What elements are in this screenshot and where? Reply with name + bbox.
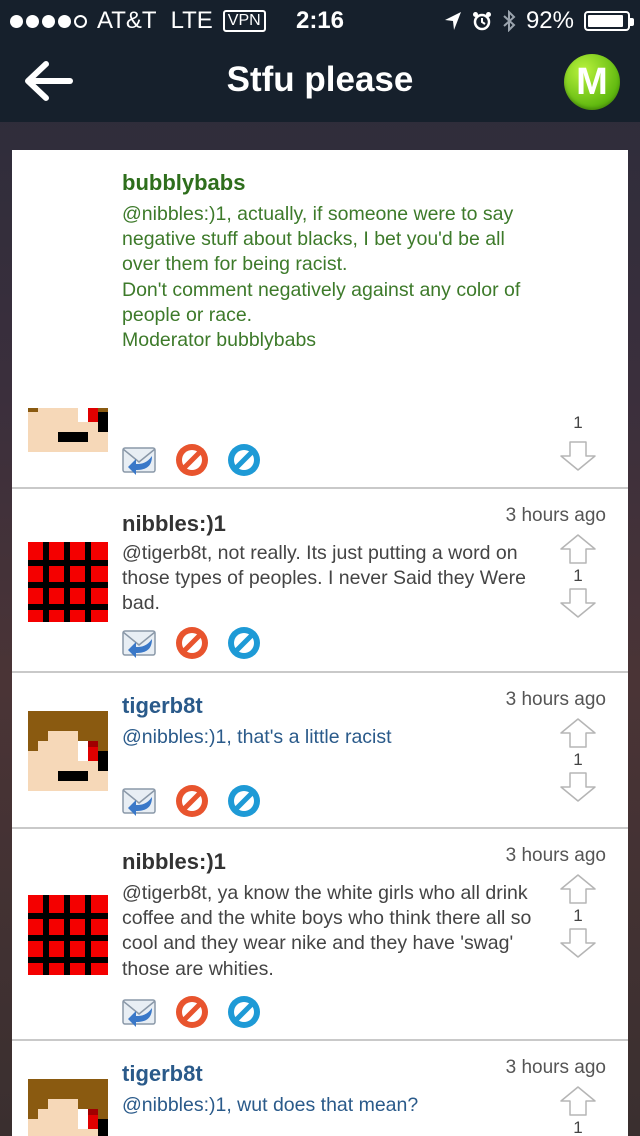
vote-score: 1 — [573, 1118, 583, 1136]
comment-item: tigerb8t 3 hours ago @nibbles:)1, that's… — [12, 673, 628, 829]
avatar[interactable] — [28, 1079, 108, 1136]
vpn-badge: VPN — [222, 10, 266, 32]
report-flag-icon[interactable] — [174, 994, 210, 1030]
comment-item: tigerb8t 3 hours ago @nibbles:)1, wut do… — [12, 1041, 628, 1136]
comment-author[interactable]: nibbles:)1 — [122, 849, 226, 875]
vote-control: 1 — [558, 412, 598, 472]
red-eye-avatar-icon — [28, 408, 108, 452]
report-flag-icon[interactable] — [174, 783, 210, 819]
comment-timestamp: 3 hours ago — [505, 505, 606, 526]
report-flag-icon[interactable] — [174, 442, 210, 478]
red-eye-avatar-icon — [28, 1079, 108, 1136]
carrier-label: AT&T — [97, 7, 157, 34]
comment-text: @nibbles:)1, wut does that mean? — [122, 1094, 419, 1116]
comment-item: nibbles:)1 3 hours ago @tigerb8t, not re… — [12, 489, 628, 673]
alarm-icon — [472, 12, 491, 31]
comment-timestamp: 3 hours ago — [505, 845, 606, 866]
vote-control: 1 — [558, 533, 598, 619]
bluetooth-icon — [503, 10, 516, 32]
comment-actions — [122, 442, 262, 478]
comment-author[interactable]: tigerb8t — [122, 1061, 203, 1087]
comment-footer: 1 — [12, 408, 628, 489]
vote-control: 1 — [558, 1085, 598, 1136]
battery-percent: 92% — [525, 7, 574, 34]
vote-score: 1 — [573, 566, 583, 585]
comment-text: @tigerb8t, ya know the white girls who a… — [122, 882, 532, 980]
reply-envelope-icon[interactable] — [122, 783, 158, 819]
avatar[interactable] — [28, 408, 108, 452]
vote-score: 1 — [573, 750, 583, 769]
network-label: LTE — [170, 7, 213, 34]
comment-text: @nibbles:)1, that's a little racist — [122, 726, 392, 748]
block-user-icon[interactable] — [226, 994, 262, 1030]
block-user-icon[interactable] — [226, 625, 262, 661]
report-flag-icon[interactable] — [174, 625, 210, 661]
avatar[interactable] — [28, 895, 108, 975]
status-left: AT&T LTE VPN — [10, 7, 266, 35]
reply-envelope-icon[interactable] — [122, 625, 158, 661]
red-eye-avatar-icon — [28, 711, 108, 791]
upvote-arrow-icon[interactable] — [559, 533, 597, 565]
comment-author[interactable]: nibbles:)1 — [122, 511, 226, 537]
comment-author[interactable]: bubblybabs — [122, 170, 245, 196]
location-icon — [444, 12, 461, 30]
comment-actions — [122, 625, 262, 661]
status-bar: AT&T LTE VPN 2:16 92% — [0, 0, 640, 40]
upvote-arrow-icon[interactable] — [559, 717, 597, 749]
comment-text: @tigerb8t, not really. Its just putting … — [122, 542, 526, 615]
vote-control: 1 — [558, 717, 598, 803]
block-user-icon[interactable] — [226, 783, 262, 819]
block-user-icon[interactable] — [226, 442, 262, 478]
upvote-arrow-icon[interactable] — [559, 873, 597, 905]
avatar[interactable] — [28, 711, 108, 791]
navigation-bar: Stfu please M — [0, 40, 640, 122]
reply-envelope-icon[interactable] — [122, 442, 158, 478]
battery-icon — [584, 11, 634, 31]
upvote-arrow-icon[interactable] — [559, 1085, 597, 1117]
red-grid-avatar-icon — [28, 895, 108, 975]
downvote-arrow-icon[interactable] — [559, 587, 597, 619]
comment-actions — [122, 994, 262, 1030]
downvote-arrow-icon[interactable] — [559, 771, 597, 803]
status-right: 92% — [444, 7, 634, 35]
signal-strength-icon — [10, 14, 87, 28]
app-logo-button[interactable]: M — [564, 54, 620, 110]
comment-author[interactable]: tigerb8t — [122, 693, 203, 719]
avatar[interactable] — [28, 542, 108, 622]
page-title: Stfu please — [226, 60, 414, 99]
comment-item: nibbles:)1 3 hours ago @tigerb8t, ya kno… — [12, 829, 628, 1041]
vote-control: 1 — [558, 873, 598, 959]
red-grid-avatar-icon — [28, 542, 108, 622]
comment-list[interactable]: bubblybabs @nibbles:)1, actually, if som… — [12, 150, 628, 1136]
comment-timestamp: 3 hours ago — [505, 1057, 606, 1078]
vote-score: 1 — [573, 906, 583, 925]
comment-timestamp: 3 hours ago — [505, 689, 606, 710]
downvote-arrow-icon[interactable] — [559, 440, 597, 472]
vote-score: 1 — [573, 413, 583, 432]
reply-envelope-icon[interactable] — [122, 994, 158, 1030]
comment-actions — [122, 783, 262, 819]
comment-text: @nibbles:)1, actually, if someone were t… — [122, 203, 521, 352]
downvote-arrow-icon[interactable] — [559, 927, 597, 959]
